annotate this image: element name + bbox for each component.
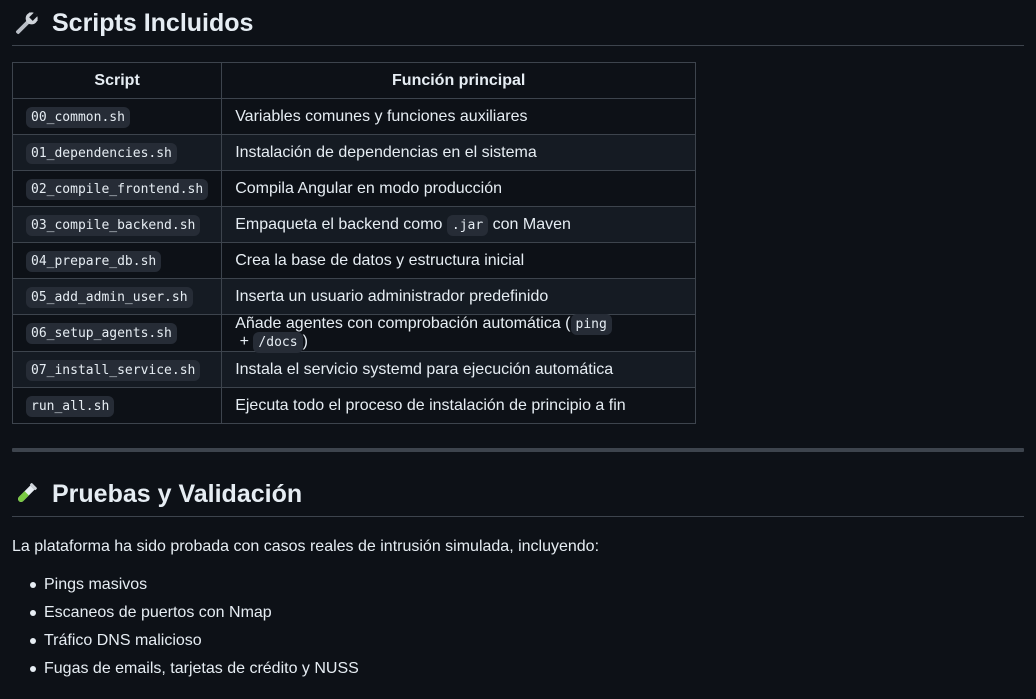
script-cell: 00_common.sh — [11, 98, 223, 135]
script-cell: 01_dependencies.sh — [11, 134, 223, 171]
funcion-text: Instala el servicio systemd para ejecuci… — [235, 360, 614, 378]
script-filename: run_all.sh — [26, 395, 115, 417]
list-item-text: Tráfico DNS malicioso — [44, 632, 202, 649]
table-row: 00_common.sh Variables comunes y funcione… — [11, 98, 697, 135]
funcion-text: ) — [302, 333, 308, 350]
script-filename: 02_compile_frontend.sh — [26, 178, 209, 200]
funcion-cell: Instalación de dependencias en el sistem… — [221, 134, 697, 171]
horizontal-rule — [12, 448, 1024, 452]
pruebas-title: Pruebas y Validación — [52, 479, 303, 508]
scripts-heading: Scripts Incluidos — [12, 0, 1024, 46]
bullet-icon — [30, 666, 36, 672]
readme-page: Scripts Incluidos Script Función princip… — [0, 0, 1036, 699]
script-filename: 05_add_admin_user.sh — [26, 286, 193, 308]
table-row: 03_compile_backend.sh Empaqueta el backen… — [11, 206, 697, 243]
wrench-icon — [12, 10, 40, 38]
inline-code: ping — [570, 314, 612, 335]
table-row: 07_install_service.sh Instala el servicio… — [11, 351, 697, 388]
table-body: 00_common.sh Variables comunes y funcione… — [11, 98, 697, 424]
funcion-cell: Inserta un usuario administrador predefi… — [221, 278, 697, 315]
inline-code: .jar — [446, 214, 489, 236]
funcion-text: Compila Angular en modo producción — [235, 179, 503, 197]
list-item: Tráfico DNS malicioso — [30, 631, 1024, 659]
bullet-icon — [30, 582, 36, 588]
list-item: Fugas de emails, tarjetas de crédito y N… — [30, 659, 1024, 687]
scripts-table: Script Función principal 00_common.sh Var… — [11, 62, 697, 424]
script-cell: 02_compile_frontend.sh — [11, 170, 223, 207]
table-row: 06_setup_agents.sh Añade agentes con comp… — [11, 314, 697, 353]
script-cell: 06_setup_agents.sh — [11, 314, 223, 352]
funcion-text: Variables comunes y funciones auxiliares — [235, 107, 528, 125]
script-cell: 04_prepare_db.sh — [11, 242, 223, 279]
script-filename: 00_common.sh — [26, 106, 130, 128]
funcion-text: Ejecuta todo el proceso de instalación d… — [235, 396, 626, 414]
funcion-cell: Empaqueta el backend como .jar con Maven — [221, 206, 697, 243]
list-item-text: Escaneos de puertos con Nmap — [44, 604, 272, 621]
header-script: Script — [11, 62, 223, 99]
inline-code: /docs — [253, 332, 303, 353]
table-row: 05_add_admin_user.sh Inserta un usuario a… — [11, 278, 697, 315]
scripts-title: Scripts Incluidos — [52, 9, 254, 37]
list-item: Escaneos de puertos con Nmap — [30, 603, 1024, 631]
table-row: 01_dependencies.sh Instalación de depende… — [11, 134, 697, 171]
script-cell: 05_add_admin_user.sh — [11, 278, 223, 315]
test-tube-icon — [12, 480, 40, 508]
pruebas-intro: La plataforma ha sido probada con casos … — [12, 538, 600, 555]
script-filename: 04_prepare_db.sh — [26, 250, 162, 272]
script-cell: 07_install_service.sh — [11, 351, 223, 388]
funcion-cell: Crea la base de datos y estructura inici… — [221, 242, 697, 279]
header-funcion: Función principal — [221, 62, 697, 99]
pruebas-heading: Pruebas y Validación — [12, 472, 1024, 517]
funcion-text: Inserta un usuario administrador predefi… — [235, 287, 549, 305]
list-item: Pings masivos — [30, 575, 1024, 603]
funcion-cell: Instala el servicio systemd para ejecuci… — [221, 351, 697, 388]
script-cell: run_all.sh — [11, 387, 223, 424]
funcion-cell: Añade agentes con comprobación automátic… — [221, 314, 697, 353]
funcion-text: Instalación de dependencias en el sistem… — [235, 143, 537, 161]
script-filename: 07_install_service.sh — [26, 359, 201, 381]
pruebas-list: Pings masivos Escaneos de puertos con Nm… — [12, 575, 1024, 687]
script-filename: 01_dependencies.sh — [26, 142, 177, 164]
list-item-text: Pings masivos — [44, 576, 148, 593]
funcion-text: Empaqueta el backend como — [235, 215, 447, 233]
funcion-text: con Maven — [488, 215, 571, 233]
funcion-text: + — [235, 333, 254, 350]
list-item-text: Fugas de emails, tarjetas de crédito y N… — [44, 660, 359, 677]
table-row: 04_prepare_db.sh Crea la base de datos y … — [11, 242, 697, 279]
funcion-cell: Compila Angular en modo producción — [221, 170, 697, 207]
table-row: run_all.sh Ejecuta todo el proceso de ins… — [11, 387, 697, 424]
funcion-cell: Variables comunes y funciones auxiliares — [221, 98, 697, 135]
bullet-icon — [30, 610, 36, 616]
bullet-icon — [30, 638, 36, 644]
table-header-row: Script Función principal — [11, 62, 697, 99]
funcion-text: Crea la base de datos y estructura inici… — [235, 251, 525, 269]
script-filename: 06_setup_agents.sh — [26, 323, 177, 344]
script-filename: 03_compile_backend.sh — [26, 214, 201, 236]
table-row: 02_compile_frontend.sh Compila Angular en… — [11, 170, 697, 207]
funcion-cell: Ejecuta todo el proceso de instalación d… — [221, 387, 697, 424]
funcion-text: Añade agentes con comprobación automátic… — [235, 315, 571, 332]
script-cell: 03_compile_backend.sh — [11, 206, 223, 243]
